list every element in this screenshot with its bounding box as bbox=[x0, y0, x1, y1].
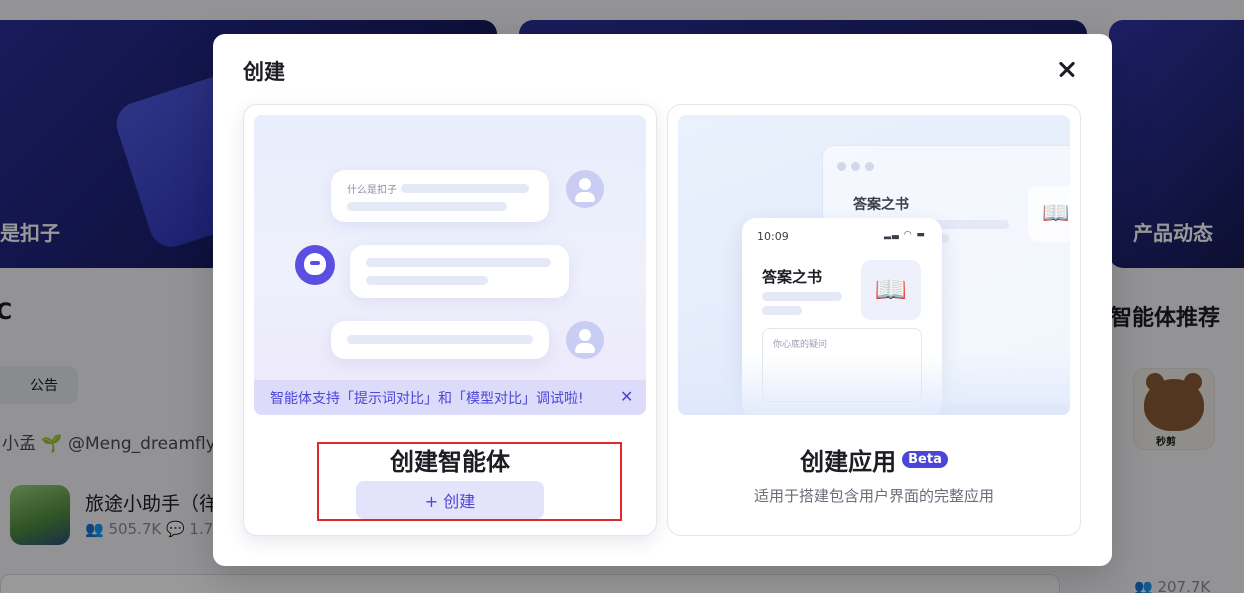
app-preview: 答案之书 📖 10:09 ▂▃ ◠ ▬ 答案之书 📖 你心底的疑问 bbox=[678, 115, 1070, 415]
window-title: 答案之书 bbox=[853, 197, 909, 213]
create-app-card[interactable]: 答案之书 📖 10:09 ▂▃ ◠ ▬ 答案之书 📖 你心底的疑问 创建应用 Be… bbox=[667, 104, 1081, 536]
chat-bubble-answer bbox=[350, 245, 569, 298]
book-icon: 📖 bbox=[861, 260, 921, 320]
bot-avatar-icon bbox=[295, 245, 335, 285]
phone-time: 10:09 bbox=[757, 230, 789, 243]
create-app-title: 创建应用 bbox=[800, 448, 897, 476]
create-agent-button[interactable]: + 创建 bbox=[356, 481, 544, 519]
create-agent-card[interactable]: 什么是扣子 智能体支持「提示词对比」和「模型对比」调试啦! ✕ 创建智能体 + … bbox=[243, 104, 657, 536]
close-icon[interactable]: ✕ bbox=[620, 387, 633, 406]
create-modal: 创建 什么是扣子 智能体支持「提示词对比」和「模型对比」调试啦! ✕ 创建智能体… bbox=[213, 34, 1112, 566]
feature-notice: 智能体支持「提示词对比」和「模型对比」调试啦! ✕ bbox=[254, 380, 646, 415]
modal-title: 创建 bbox=[243, 60, 285, 84]
phone-input-placeholder: 你心底的疑问 bbox=[773, 340, 828, 350]
phone-title: 答案之书 bbox=[762, 268, 823, 286]
feature-notice-text: 智能体支持「提示词对比」和「模型对比」调试啦! bbox=[270, 391, 584, 407]
close-icon[interactable] bbox=[1054, 56, 1080, 82]
create-app-description: 适用于搭建包含用户界面的完整应用 bbox=[753, 487, 994, 505]
create-agent-title: 创建智能体 bbox=[390, 448, 510, 476]
chat-bubble-question: 什么是扣子 bbox=[331, 170, 549, 222]
chat-question-text: 什么是扣子 bbox=[347, 185, 397, 196]
chat-bubble-input bbox=[331, 321, 549, 359]
book-icon: 📖 bbox=[1028, 186, 1070, 242]
create-app-title-row: 创建应用 Beta bbox=[668, 442, 1080, 477]
beta-badge: Beta bbox=[902, 451, 948, 468]
user-avatar-icon bbox=[566, 170, 604, 208]
user-avatar-icon bbox=[566, 321, 604, 359]
signal-icon: ▂▃ ◠ ▬ bbox=[884, 230, 926, 240]
agent-preview: 什么是扣子 智能体支持「提示词对比」和「模型对比」调试啦! ✕ bbox=[254, 115, 646, 415]
